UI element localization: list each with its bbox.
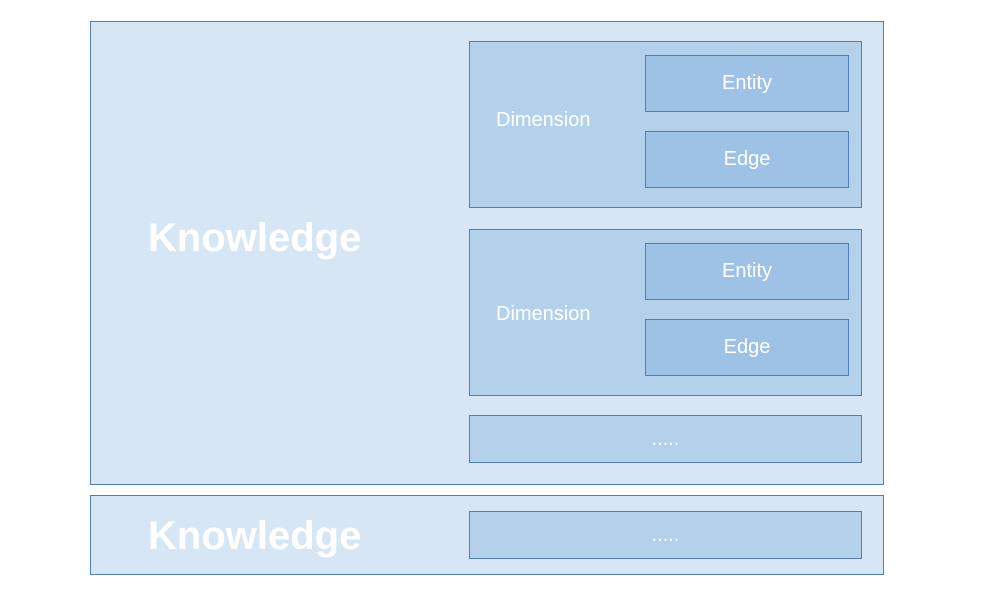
more-box-2: .....: [469, 511, 862, 559]
edge-box-1: Edge: [645, 131, 849, 188]
edge-box-2: Edge: [645, 319, 849, 376]
knowledge-label-2: Knowledge: [148, 514, 362, 558]
dimension-label-1: Dimension: [496, 109, 591, 131]
knowledge-label-1: Knowledge: [148, 216, 362, 260]
entity-box-2: Entity: [645, 243, 849, 300]
dimension-label-2: Dimension: [496, 303, 591, 325]
knowledge-group-1: Knowledge Dimension Entity Edge Dimensio…: [90, 21, 884, 485]
dimension-box-1: Dimension Entity Edge: [469, 41, 862, 208]
more-dimensions-box: .....: [469, 415, 862, 463]
entity-box-1: Entity: [645, 55, 849, 112]
dimension-box-2: Dimension Entity Edge: [469, 229, 862, 396]
knowledge-group-2: Knowledge .....: [90, 495, 884, 575]
